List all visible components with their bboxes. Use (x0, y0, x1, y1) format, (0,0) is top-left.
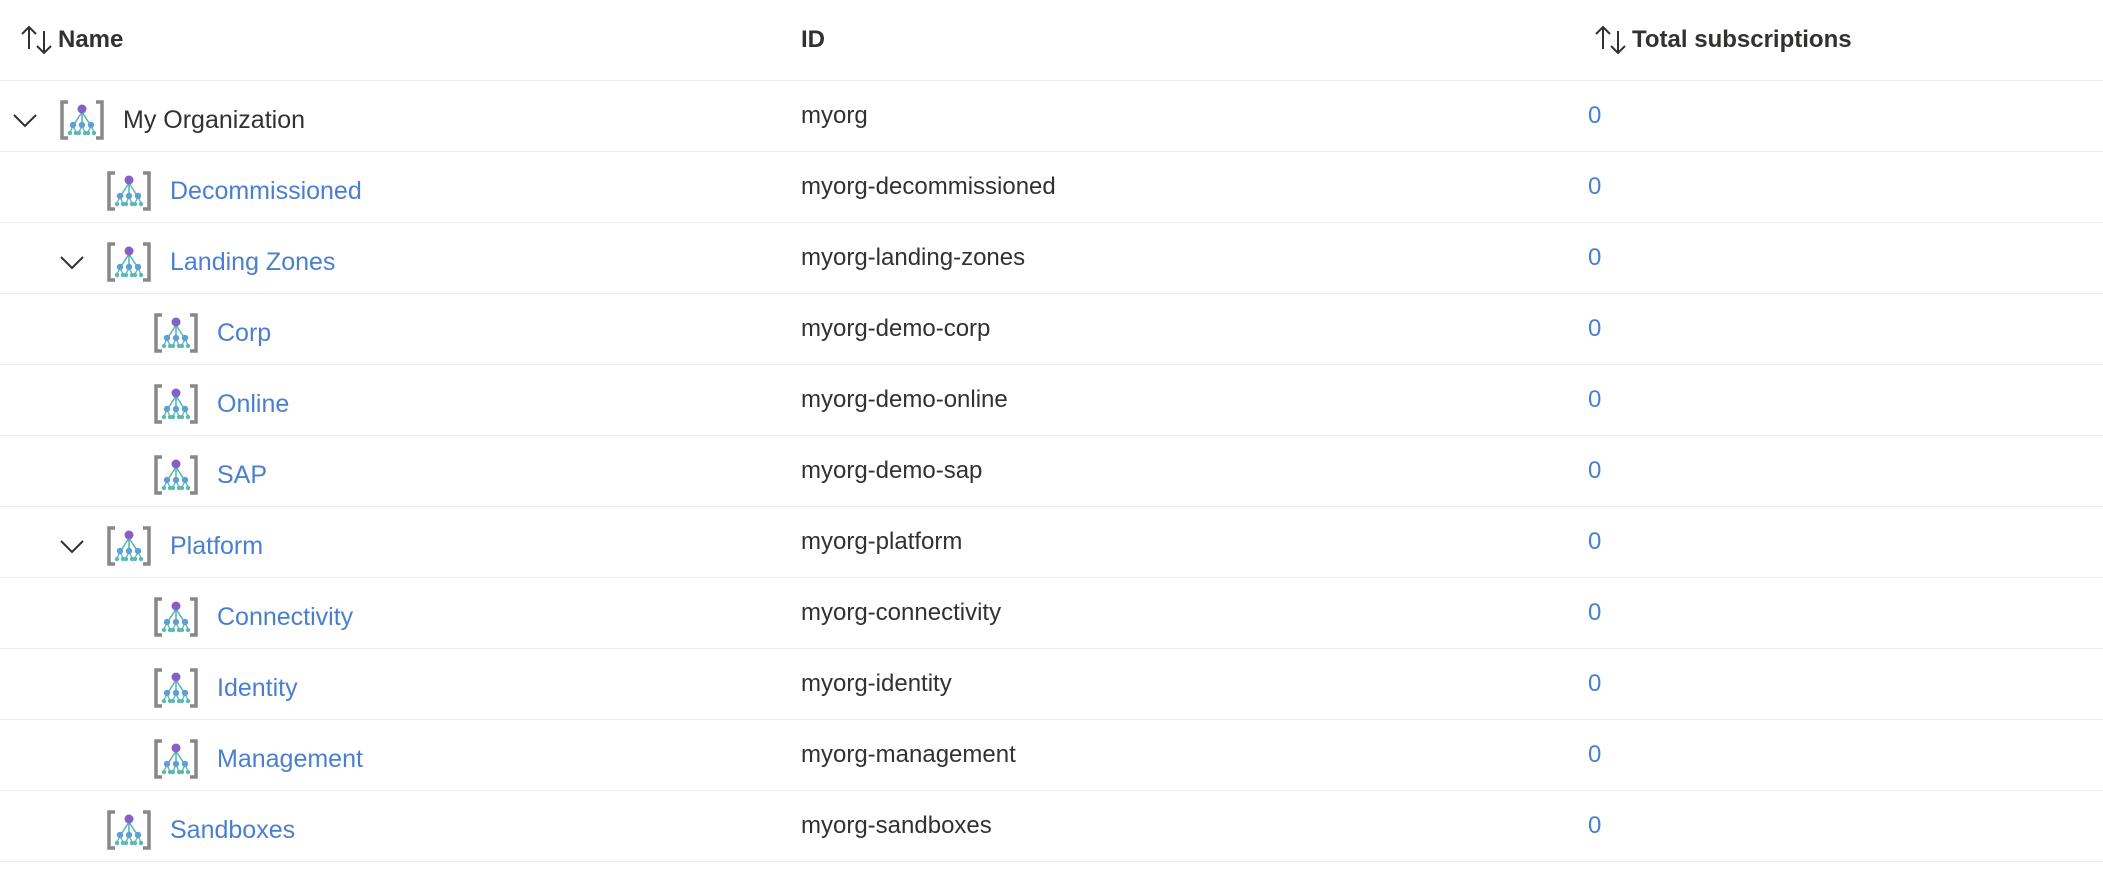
table-row[interactable]: Platform myorg-platform 0 (0, 507, 2103, 578)
total-subscriptions-link[interactable]: 0 (1588, 81, 1601, 151)
name-cell: Corp (0, 294, 271, 364)
id-cell: myorg-decommissioned (801, 173, 1056, 200)
management-group-icon (152, 451, 200, 499)
table-row[interactable]: Online myorg-demo-online 0 (0, 365, 2103, 436)
name-cell: Connectivity (0, 578, 353, 648)
chevron-down-icon[interactable] (57, 531, 87, 561)
group-name-link[interactable]: SAP (217, 461, 267, 490)
management-group-icon (152, 664, 200, 712)
table-row[interactable]: Decommissioned myorg-decommissioned 0 (0, 152, 2103, 223)
name-cell: Online (0, 365, 289, 435)
total-subscriptions-link[interactable]: 0 (1588, 223, 1601, 293)
management-group-icon (152, 735, 200, 783)
id-cell: myorg-management (801, 741, 1016, 768)
management-group-icon (105, 522, 153, 570)
column-header-id[interactable]: ID (801, 0, 825, 80)
group-name-link[interactable]: Identity (217, 674, 298, 703)
total-subscriptions-link[interactable]: 0 (1588, 649, 1601, 719)
group-name-link[interactable]: Connectivity (217, 603, 353, 632)
id-cell: myorg-landing-zones (801, 244, 1026, 271)
total-subscriptions-link[interactable]: 0 (1588, 152, 1601, 222)
total-subscriptions-link[interactable]: 0 (1588, 294, 1601, 364)
name-cell: Platform (0, 507, 263, 577)
column-header-total-label: Total subscriptions (1632, 26, 1852, 53)
total-subscriptions-link[interactable]: 0 (1588, 507, 1601, 577)
column-header-id-label: ID (801, 26, 825, 53)
table-row[interactable]: SAP myorg-demo-sap 0 (0, 436, 2103, 507)
id-cell: myorg-demo-sap (801, 457, 983, 484)
total-subscriptions-link[interactable]: 0 (1588, 578, 1601, 648)
group-name-link[interactable]: Sandboxes (170, 816, 295, 845)
management-group-icon (152, 593, 200, 641)
column-header-total-subscriptions[interactable]: Total subscriptions (1594, 0, 1852, 80)
table-row[interactable]: Landing Zones myorg-landing-zones 0 (0, 223, 2103, 294)
chevron-down-icon[interactable] (57, 247, 87, 277)
group-name-link[interactable]: Landing Zones (170, 248, 335, 277)
name-cell: Identity (0, 649, 298, 719)
name-cell: SAP (0, 436, 267, 506)
group-name: My Organization (123, 105, 306, 134)
column-header-name-label: Name (58, 26, 124, 53)
total-subscriptions-link[interactable]: 0 (1588, 436, 1601, 506)
table-row[interactable]: Corp myorg-demo-corp 0 (0, 294, 2103, 365)
id-cell: myorg-identity (801, 670, 952, 697)
id-cell: myorg-connectivity (801, 599, 1002, 626)
total-subscriptions-link[interactable]: 0 (1588, 791, 1601, 861)
sort-arrows-icon[interactable] (1594, 23, 1628, 57)
grid-header: Name ID Total subscriptions (0, 0, 2103, 81)
grid-body: My Organization myorg 0 Decommissioned myor… (0, 81, 2103, 862)
table-row[interactable]: Management myorg-management 0 (0, 720, 2103, 791)
id-cell: myorg-platform (801, 528, 963, 555)
group-name-link[interactable]: Online (217, 390, 289, 419)
sort-arrows-icon[interactable] (20, 23, 54, 57)
id-cell: myorg-sandboxes (801, 812, 992, 839)
total-subscriptions-link[interactable]: 0 (1588, 365, 1601, 435)
id-cell: myorg-demo-online (801, 386, 1008, 413)
group-name-link[interactable]: Decommissioned (170, 177, 362, 206)
table-row[interactable]: Connectivity myorg-connectivity 0 (0, 578, 2103, 649)
management-group-icon (58, 96, 106, 144)
table-row[interactable]: My Organization myorg 0 (0, 81, 2103, 152)
name-cell: Management (0, 720, 363, 790)
name-cell: Sandboxes (0, 791, 295, 861)
management-group-icon (105, 806, 153, 854)
management-group-icon (152, 309, 200, 357)
chevron-down-icon[interactable] (10, 105, 40, 135)
column-header-name[interactable]: Name (20, 0, 123, 80)
management-group-icon (105, 167, 153, 215)
management-group-icon (105, 238, 153, 286)
table-row[interactable]: Identity myorg-identity 0 (0, 649, 2103, 720)
name-cell: My Organization (0, 81, 305, 151)
total-subscriptions-link[interactable]: 0 (1588, 720, 1601, 790)
management-group-icon (152, 380, 200, 428)
name-cell: Decommissioned (0, 152, 362, 222)
table-row[interactable]: Sandboxes myorg-sandboxes 0 (0, 791, 2103, 862)
id-cell: myorg (801, 102, 868, 129)
group-name-link[interactable]: Management (217, 745, 363, 774)
name-cell: Landing Zones (0, 223, 335, 293)
group-name-link[interactable]: Corp (217, 319, 271, 348)
management-groups-grid: Name ID Total subscriptions My Organizat… (0, 0, 2103, 862)
id-cell: myorg-demo-corp (801, 315, 991, 342)
group-name-link[interactable]: Platform (170, 532, 263, 561)
